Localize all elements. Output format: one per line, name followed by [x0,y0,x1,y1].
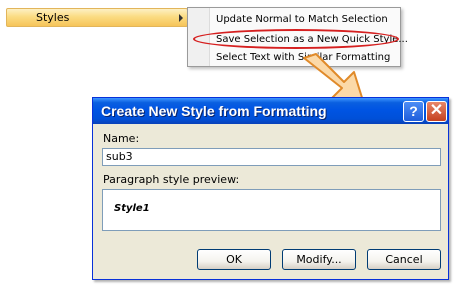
styles-menu-item[interactable]: Styles [6,8,188,27]
preview-label: Paragraph style preview: [103,173,240,186]
submenu-arrow-icon [179,14,183,22]
dialog-title: Create New Style from Formatting [101,103,327,119]
style-preview-box: Style1 [102,189,441,231]
submenu-item-update-normal[interactable]: Update Normal to Match Selection [216,14,388,25]
create-style-dialog: Create New Style from Formatting ? ✕ Nam… [92,97,449,280]
dialog-titlebar[interactable]: Create New Style from Formatting ? ✕ [93,98,448,124]
cancel-button[interactable]: Cancel [367,249,441,270]
close-icon[interactable]: ✕ [426,101,447,122]
styles-menu-label: Styles [36,11,70,24]
preview-style-name: Style1 [114,203,150,214]
highlight-ellipse [193,29,399,49]
help-icon[interactable]: ? [403,101,424,122]
name-input[interactable]: sub3 [102,148,441,166]
ok-button[interactable]: OK [197,249,271,270]
modify-button[interactable]: Modify... [282,249,356,270]
name-label: Name: [103,132,140,145]
